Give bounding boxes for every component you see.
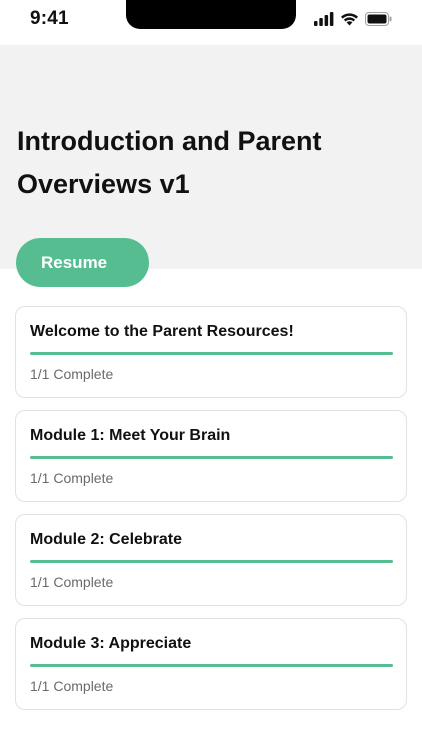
module-progress-fill xyxy=(30,560,393,563)
module-card-welcome[interactable]: Welcome to the Parent Resources! 1/1 Com… xyxy=(15,306,407,398)
cellular-signal-icon xyxy=(314,12,334,26)
module-status: 1/1 Complete xyxy=(30,366,114,382)
module-progress-fill xyxy=(30,456,393,459)
module-list: Welcome to the Parent Resources! 1/1 Com… xyxy=(15,306,407,722)
status-icons xyxy=(314,12,392,26)
device-notch xyxy=(126,0,296,29)
module-title: Module 2: Celebrate xyxy=(30,531,183,548)
module-progress-bar xyxy=(30,560,393,563)
module-progress-fill xyxy=(30,352,393,355)
module-title: Welcome to the Parent Resources! xyxy=(30,323,294,340)
module-status: 1/1 Complete xyxy=(30,470,114,486)
module-title: Module 1: Meet Your Brain xyxy=(30,427,231,444)
module-progress-bar xyxy=(30,456,393,459)
module-card-celebrate[interactable]: Module 2: Celebrate 1/1 Complete xyxy=(15,514,407,606)
module-status: 1/1 Complete xyxy=(30,574,114,590)
module-progress-bar xyxy=(30,664,393,667)
battery-icon xyxy=(365,12,392,26)
module-progress-fill xyxy=(30,664,393,667)
module-progress-bar xyxy=(30,352,393,355)
resume-button[interactable]: Resume xyxy=(16,238,149,287)
module-card-appreciate[interactable]: Module 3: Appreciate 1/1 Complete xyxy=(15,618,407,710)
page-title: Introduction and Parent Overviews v1 xyxy=(17,126,322,199)
module-title: Module 3: Appreciate xyxy=(30,635,192,652)
module-card-meet-your-brain[interactable]: Module 1: Meet Your Brain 1/1 Complete xyxy=(15,410,407,502)
module-status: 1/1 Complete xyxy=(30,678,114,694)
status-time: 9:41 xyxy=(30,8,69,29)
wifi-icon xyxy=(340,12,359,26)
status-bar: 9:41 xyxy=(0,0,422,44)
